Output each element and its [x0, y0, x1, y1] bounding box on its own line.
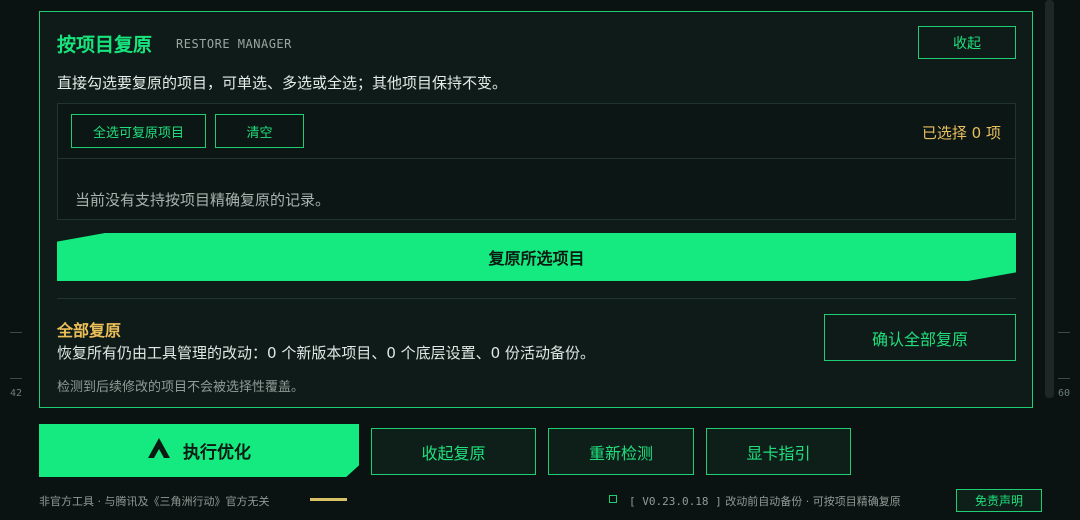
footer-accent-bar [310, 498, 347, 501]
recheck-button[interactable]: 重新检测 [548, 428, 694, 475]
left-tick-mark [10, 332, 22, 333]
project-list-box: 全选可复原项目 清空 已选择 0 项 当前没有支持按项目精确复原的记录。 [57, 103, 1016, 220]
right-tick-mark [1058, 378, 1070, 379]
footer-status-text: 改动前自动备份 · 可按项目精确复原 [725, 495, 901, 508]
version-label: [ V0.23.0.18 ] [629, 495, 722, 508]
restore-selected-button[interactable]: 复原所选项目 [57, 233, 1016, 281]
restore-subtitle: RESTORE MANAGER [176, 37, 292, 51]
confirm-full-restore-button[interactable]: 确认全部复原 [824, 314, 1016, 361]
triangle-logo-icon [147, 437, 171, 464]
empty-message: 当前没有支持按项目精确复原的记录。 [75, 191, 331, 209]
restore-description: 直接勾选要复原的项目，可单选、多选或全选；其他项目保持不变。 [57, 74, 508, 92]
collapse-button[interactable]: 收起 [918, 26, 1016, 59]
disclaimer-button[interactable]: 免责声明 [956, 489, 1042, 512]
divider [58, 158, 1015, 159]
selected-count: 已选择 0 项 [921, 124, 1001, 142]
run-optimize-button[interactable]: 执行优化 [39, 424, 359, 477]
footer-disclaimer-text: 非官方工具 · 与腾讯及《三角洲行动》官方无关 [39, 495, 270, 508]
full-restore-title: 全部复原 [57, 321, 122, 340]
status-square-icon [609, 495, 617, 503]
gpu-guide-button[interactable]: 显卡指引 [706, 428, 851, 475]
footer-status: [ V0.23.0.18 ] 改动前自动备份 · 可按项目精确复原 [629, 493, 901, 509]
full-restore-note: 检测到后续修改的项目不会被选择性覆盖。 [57, 380, 305, 395]
restore-title: 按项目复原 [57, 34, 153, 56]
right-side-value: 60 [1058, 388, 1071, 399]
scrollbar-track[interactable] [1045, 0, 1054, 398]
right-tick-mark [1058, 332, 1070, 333]
select-all-button[interactable]: 全选可复原项目 [71, 114, 206, 148]
restore-panel: 按项目复原 RESTORE MANAGER 收起 直接勾选要复原的项目，可单选、… [39, 11, 1033, 408]
full-restore-description: 恢复所有仍由工具管理的改动：0 个新版本项目、0 个底层设置、0 份活动备份。 [57, 344, 595, 362]
collapse-restore-button[interactable]: 收起复原 [371, 428, 536, 475]
section-divider [57, 298, 1016, 299]
left-tick-mark [10, 378, 22, 379]
clear-button[interactable]: 清空 [215, 114, 304, 148]
left-side-value: 42 [10, 388, 23, 399]
run-optimize-label: 执行优化 [183, 443, 251, 463]
